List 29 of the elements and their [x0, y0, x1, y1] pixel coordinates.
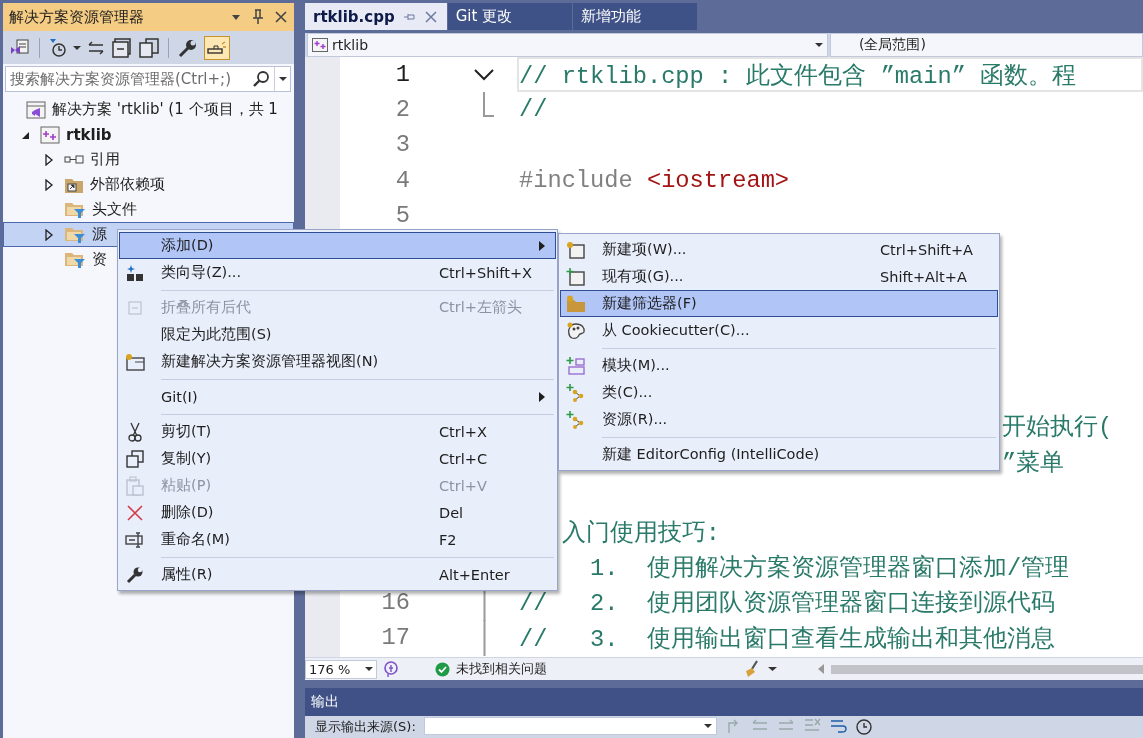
shortcut-label: Del	[439, 504, 464, 521]
panel-title: 输出	[311, 693, 339, 711]
shortcut-label: Ctrl+Shift+X	[439, 264, 532, 281]
shortcut-label: Ctrl+X	[439, 423, 487, 440]
shortcut-label: Ctrl+左箭头	[439, 298, 522, 317]
line-number: 1	[395, 61, 410, 89]
code-line: #include <iostream>	[519, 166, 790, 194]
source-label: 显示输出来源(S):	[315, 718, 416, 736]
code-line: ”菜单	[1002, 448, 1065, 478]
line-number: 17	[381, 624, 410, 652]
code-line: // 2. 使用团队资源管理器窗口连接到源代码	[519, 588, 1055, 618]
code-line: // rtklib.cpp : 此文件包含 ”main” 函数。程	[519, 61, 1077, 91]
code-line: // 3. 使用输出窗口查看生成输出和其他消息	[519, 624, 1055, 654]
code-line: 1. 使用解决方案资源管理器窗口添加/管理	[590, 553, 1070, 583]
shortcut-label: F2	[439, 531, 457, 548]
line-number: 3	[395, 131, 410, 159]
shortcut-label: Ctrl+V	[439, 477, 487, 494]
line-number: 2	[395, 96, 410, 124]
line-number: 4	[395, 166, 410, 194]
code-line: 入门使用技巧:	[561, 519, 720, 548]
code-line: //	[519, 96, 548, 124]
shortcut-label: Shift+Alt+A	[880, 268, 967, 285]
shortcut-label: Ctrl+Shift+A	[880, 241, 973, 258]
shortcut-label: Ctrl+C	[439, 450, 488, 467]
panel-title: 解决方案资源管理器	[9, 7, 145, 27]
line-number: 5	[395, 201, 410, 229]
code-line: 开始执行(	[1002, 413, 1113, 443]
line-number: 16	[381, 588, 410, 616]
shortcut-label: Alt+Enter	[439, 566, 510, 583]
